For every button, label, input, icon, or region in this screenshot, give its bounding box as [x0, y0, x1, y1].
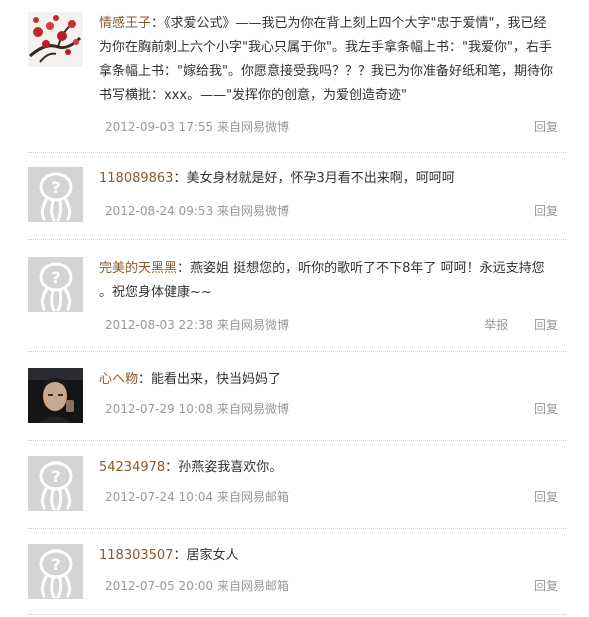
comment-source: 来自网易邮箱 [216, 579, 289, 593]
comment-meta: 2012-07-05 20:00 来自网易邮箱 [105, 577, 289, 595]
comment-source: 来自网易微博 [216, 120, 289, 134]
comment-actions: 举报 回复 [462, 316, 558, 334]
comment-text: 能看出来，快当妈妈了 [151, 372, 282, 387]
comment-text-block: 心ヘ粅：能看出来，快当妈妈了 [99, 368, 558, 392]
colon-separator: ： [151, 16, 165, 31]
colon-separator: ： [177, 261, 191, 276]
comment-item: ? 118303507：居家女人 2012-07-05 20:00 来自网易邮箱… [28, 544, 566, 615]
comment-username[interactable]: 完美的天黑黑 [99, 261, 177, 276]
comment-content: 心ヘ粅：能看出来，快当妈妈了 [99, 368, 558, 392]
comment-meta: 2012-08-24 09:53 来自网易微博 [105, 202, 289, 220]
comment-time: 2012-08-24 09:53 [105, 204, 214, 218]
comment-actions: 回复 [512, 118, 558, 136]
comment-source: 来自网易邮箱 [216, 490, 289, 504]
comment-text: 孙燕姿我喜欢你。 [178, 460, 283, 475]
default-avatar[interactable]: ? [28, 167, 83, 222]
comment-meta: 2012-08-03 22:38 来自网易微博 [105, 316, 289, 334]
svg-text:?: ? [51, 467, 60, 486]
comment-text-block: 118303507：居家女人 [99, 544, 558, 568]
comment-source: 来自网易微博 [216, 204, 289, 218]
comment-text-block: 完美的天黑黑：燕姿姐 挺想您的，听你的歌听了不下8年了 呵呵！永远支持您 。祝您… [99, 257, 558, 305]
plum-blossom-avatar[interactable] [28, 12, 83, 67]
reply-button[interactable]: 回复 [534, 579, 558, 593]
comment-text-block: 情感王子：《求爱公式》——我已为你在背上刻上四个大字"忠于爱情"，我已经为你在胸… [99, 12, 558, 108]
photo-avatar[interactable] [28, 368, 83, 423]
comment-source: 来自网易微博 [216, 402, 289, 416]
comment-actions: 回复 [512, 488, 558, 506]
colon-separator: ： [138, 372, 152, 387]
colon-separator: ： [165, 460, 179, 475]
comment-time: 2012-08-03 22:38 [105, 318, 214, 332]
report-button[interactable]: 举报 [484, 318, 508, 332]
reply-button[interactable]: 回复 [534, 490, 558, 504]
reply-button[interactable]: 回复 [534, 318, 558, 332]
comment-text-block: 118089863：美女身材就是好，怀孕3月看不出来啊，呵呵呵 [99, 167, 558, 191]
svg-text:?: ? [51, 555, 60, 574]
comment-text: 《求爱公式》——我已为你在背上刻上四个大字"忠于爱情"，我已经为你在胸前刺上六个… [99, 16, 553, 103]
comment-text-block: 54234978：孙燕姿我喜欢你。 [99, 456, 558, 480]
comment-time: 2012-07-29 10:08 [105, 402, 214, 416]
comment-list: 情感王子：《求爱公式》——我已为你在背上刻上四个大字"忠于爱情"，我已经为你在胸… [0, 0, 589, 617]
comment-source: 来自网易微博 [216, 318, 289, 332]
reply-button[interactable]: 回复 [534, 204, 558, 218]
comment-meta: 2012-07-29 10:08 来自网易微博 [105, 400, 289, 418]
svg-text:?: ? [51, 178, 60, 197]
comment-item: 心ヘ粅：能看出来，快当妈妈了 2012-07-29 10:08 来自网易微博 回… [28, 368, 566, 441]
default-avatar[interactable]: ? [28, 257, 83, 312]
reply-button[interactable]: 回复 [534, 402, 558, 416]
comment-time: 2012-09-03 17:55 [105, 120, 214, 134]
comment-username[interactable]: 118303507 [99, 548, 173, 563]
comment-time: 2012-07-05 20:00 [105, 579, 214, 593]
comment-meta: 2012-09-03 17:55 来自网易微博 [105, 118, 289, 136]
comment-username[interactable]: 心ヘ粅 [99, 372, 138, 387]
comment-actions: 回复 [512, 202, 558, 220]
comment-time: 2012-07-24 10:04 [105, 490, 214, 504]
comment-username[interactable]: 54234978 [99, 460, 165, 475]
comment-item: ? 54234978：孙燕姿我喜欢你。 2012-07-24 10:04 来自网… [28, 456, 566, 529]
comment-item: ? 118089863：美女身材就是好，怀孕3月看不出来啊，呵呵呵 2012-0… [28, 167, 566, 240]
comment-content: 118089863：美女身材就是好，怀孕3月看不出来啊，呵呵呵 [99, 167, 558, 191]
default-avatar[interactable]: ? [28, 544, 83, 599]
comment-username[interactable]: 情感王子 [99, 16, 151, 31]
comment-username[interactable]: 118089863 [99, 171, 173, 186]
comment-item: 情感王子：《求爱公式》——我已为你在背上刻上四个大字"忠于爱情"，我已经为你在胸… [28, 12, 566, 153]
comment-actions: 回复 [512, 400, 558, 418]
default-avatar[interactable]: ? [28, 456, 83, 511]
comment-content: 情感王子：《求爱公式》——我已为你在背上刻上四个大字"忠于爱情"，我已经为你在胸… [99, 12, 558, 108]
comment-content: 118303507：居家女人 [99, 544, 558, 568]
comment-content: 完美的天黑黑：燕姿姐 挺想您的，听你的歌听了不下8年了 呵呵！永远支持您 。祝您… [99, 257, 558, 305]
colon-separator: ： [173, 171, 187, 186]
svg-text:?: ? [51, 268, 60, 287]
comment-content: 54234978：孙燕姿我喜欢你。 [99, 456, 558, 480]
comment-actions: 回复 [512, 577, 558, 595]
reply-button[interactable]: 回复 [534, 120, 558, 134]
comment-item: ? 完美的天黑黑：燕姿姐 挺想您的，听你的歌听了不下8年了 呵呵！永远支持您 。… [28, 257, 566, 352]
colon-separator: ： [173, 548, 187, 563]
comment-text: 美女身材就是好，怀孕3月看不出来啊，呵呵呵 [186, 171, 455, 186]
comment-text: 居家女人 [186, 548, 239, 563]
comment-meta: 2012-07-24 10:04 来自网易邮箱 [105, 488, 289, 506]
